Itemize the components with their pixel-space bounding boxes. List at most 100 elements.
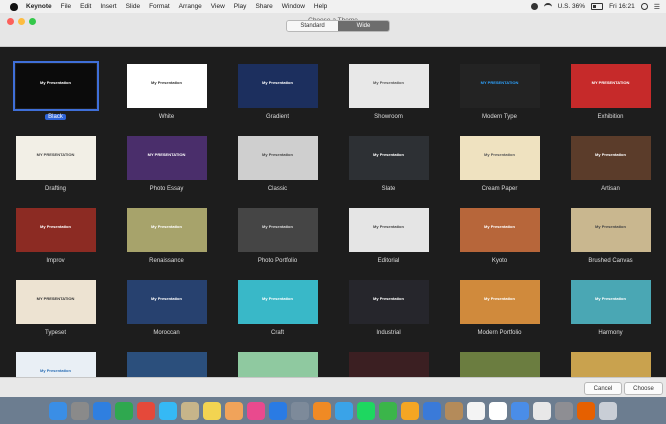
theme-tile[interactable]: My Presentation Kyoto: [444, 208, 555, 265]
menu-help[interactable]: Help: [314, 3, 327, 10]
twitter-icon[interactable]: [335, 401, 353, 420]
trash-icon[interactable]: [599, 401, 617, 420]
theme-tile[interactable]: [222, 352, 333, 377]
keynote-icon[interactable]: [423, 401, 441, 420]
theme-tile[interactable]: My Presentation Improv: [0, 208, 111, 265]
menu-share[interactable]: Share: [255, 3, 272, 10]
finder-icon[interactable]: [49, 401, 67, 420]
menu-window[interactable]: Window: [282, 3, 305, 10]
theme-thumbnail[interactable]: My Presentation: [237, 208, 318, 252]
preview-icon[interactable]: [181, 401, 199, 420]
theme-tile[interactable]: My Presentation Slate: [333, 136, 444, 193]
facetime-icon[interactable]: [115, 401, 133, 420]
theme-tile[interactable]: My Presentation Black: [0, 61, 111, 121]
cancel-button[interactable]: Cancel: [584, 382, 622, 395]
theme-thumbnail[interactable]: My Presentation: [126, 64, 207, 108]
spotlight-icon[interactable]: [640, 3, 648, 10]
theme-tile[interactable]: My Presentation Editorial: [333, 208, 444, 265]
keynote-presentation-icon[interactable]: [511, 401, 529, 420]
theme-thumbnail[interactable]: My Presentation: [237, 136, 318, 180]
theme-tile[interactable]: My Presentation Gradient: [222, 64, 333, 121]
theme-thumbnail[interactable]: My Presentation: [15, 352, 96, 377]
theme-thumbnail[interactable]: [348, 352, 429, 377]
menu-file[interactable]: File: [61, 3, 71, 10]
theme-thumbnail[interactable]: My Presentation: [15, 208, 96, 252]
itunes-icon[interactable]: [247, 401, 265, 420]
theme-tile[interactable]: [111, 352, 222, 377]
chrome-icon[interactable]: [137, 401, 155, 420]
photo-stream-icon[interactable]: [291, 401, 309, 420]
wifi-icon[interactable]: [543, 2, 552, 11]
standard-segment[interactable]: Standard: [287, 21, 338, 31]
safari-icon[interactable]: [93, 401, 111, 420]
theme-tile[interactable]: My Presentation Renaissance: [111, 208, 222, 265]
battery-icon[interactable]: [591, 3, 604, 10]
clock[interactable]: Fri 16:21: [609, 3, 635, 10]
theme-thumbnail[interactable]: MY PRESENTATION: [15, 136, 96, 180]
theme-thumbnail[interactable]: [126, 352, 207, 377]
app-store-icon[interactable]: [269, 401, 287, 420]
theme-tile[interactable]: MY PRESENTATION Photo Essay: [111, 136, 222, 193]
photos-icon[interactable]: [225, 401, 243, 420]
menu-arrange[interactable]: Arrange: [179, 3, 202, 10]
theme-tile[interactable]: My Presentation Showroom: [333, 64, 444, 121]
theme-thumbnail[interactable]: MY PRESENTATION: [459, 64, 540, 108]
theme-tile[interactable]: [555, 352, 666, 377]
theme-thumbnail[interactable]: My Presentation: [12, 61, 99, 111]
theme-thumbnail[interactable]: My Presentation: [570, 208, 651, 252]
theme-tile[interactable]: My Presentation Artisan: [555, 136, 666, 193]
theme-tile[interactable]: My Presentation Craft: [222, 280, 333, 337]
choose-button[interactable]: Choose: [624, 382, 663, 395]
theme-thumbnail[interactable]: My Presentation: [237, 64, 318, 108]
calendar-icon[interactable]: [467, 401, 485, 420]
theme-thumbnail[interactable]: My Presentation: [570, 136, 651, 180]
theme-tile[interactable]: My Presentation Cream Paper: [444, 136, 555, 193]
numbers-icon[interactable]: [379, 401, 397, 420]
theme-tile[interactable]: MY PRESENTATION Drafting: [0, 136, 111, 193]
ibooks-icon[interactable]: [313, 401, 331, 420]
sync-icon[interactable]: [530, 3, 538, 10]
menu-edit[interactable]: Edit: [80, 3, 91, 10]
launchpad-icon[interactable]: [71, 401, 89, 420]
theme-thumbnail[interactable]: [570, 352, 651, 377]
system-preferences-icon[interactable]: [555, 401, 573, 420]
theme-tile[interactable]: [333, 352, 444, 377]
theme-tile[interactable]: My Presentation Brushed Canvas: [555, 208, 666, 265]
theme-tile[interactable]: My Presentation Classic: [222, 136, 333, 193]
menu-play[interactable]: Play: [234, 3, 247, 10]
theme-thumbnail[interactable]: My Presentation: [570, 280, 651, 324]
spotify-icon[interactable]: [357, 401, 375, 420]
theme-tile[interactable]: My Presentation White: [111, 64, 222, 121]
theme-thumbnail[interactable]: MY PRESENTATION: [126, 136, 207, 180]
reminders-icon[interactable]: [489, 401, 507, 420]
pages-icon[interactable]: [401, 401, 419, 420]
theme-thumbnail[interactable]: My Presentation: [459, 280, 540, 324]
theme-tile[interactable]: My Presentation Industrial: [333, 280, 444, 337]
notification-center-icon[interactable]: ☰: [654, 3, 660, 11]
theme-thumbnail[interactable]: MY PRESENTATION: [15, 280, 96, 324]
menu-view[interactable]: View: [211, 3, 225, 10]
apple-menu-icon[interactable]: [10, 2, 18, 11]
messages-icon[interactable]: [159, 401, 177, 420]
theme-thumbnail[interactable]: My Presentation: [348, 208, 429, 252]
menu-slide[interactable]: Slide: [126, 3, 140, 10]
theme-thumbnail[interactable]: My Presentation: [126, 280, 207, 324]
theme-tile[interactable]: [444, 352, 555, 377]
contacts-icon[interactable]: [445, 401, 463, 420]
theme-thumbnail[interactable]: MY PRESENTATION: [570, 64, 651, 108]
theme-tile[interactable]: MY PRESENTATION Modern Type: [444, 64, 555, 121]
theme-thumbnail[interactable]: My Presentation: [348, 136, 429, 180]
theme-thumbnail[interactable]: My Presentation: [126, 208, 207, 252]
theme-thumbnail[interactable]: [237, 352, 318, 377]
theme-thumbnail[interactable]: My Presentation: [348, 280, 429, 324]
theme-thumbnail[interactable]: My Presentation: [348, 64, 429, 108]
menu-format[interactable]: Format: [149, 3, 170, 10]
theme-tile[interactable]: My Presentation Moroccan: [111, 280, 222, 337]
firefox-icon[interactable]: [577, 401, 595, 420]
theme-thumbnail[interactable]: My Presentation: [459, 136, 540, 180]
theme-tile[interactable]: My Presentation: [0, 352, 111, 377]
theme-tile[interactable]: My Presentation Modern Portfolio: [444, 280, 555, 337]
menu-keynote[interactable]: Keynote: [26, 3, 52, 10]
theme-tile[interactable]: MY PRESENTATION Typeset: [0, 280, 111, 337]
theme-thumbnail[interactable]: [459, 352, 540, 377]
